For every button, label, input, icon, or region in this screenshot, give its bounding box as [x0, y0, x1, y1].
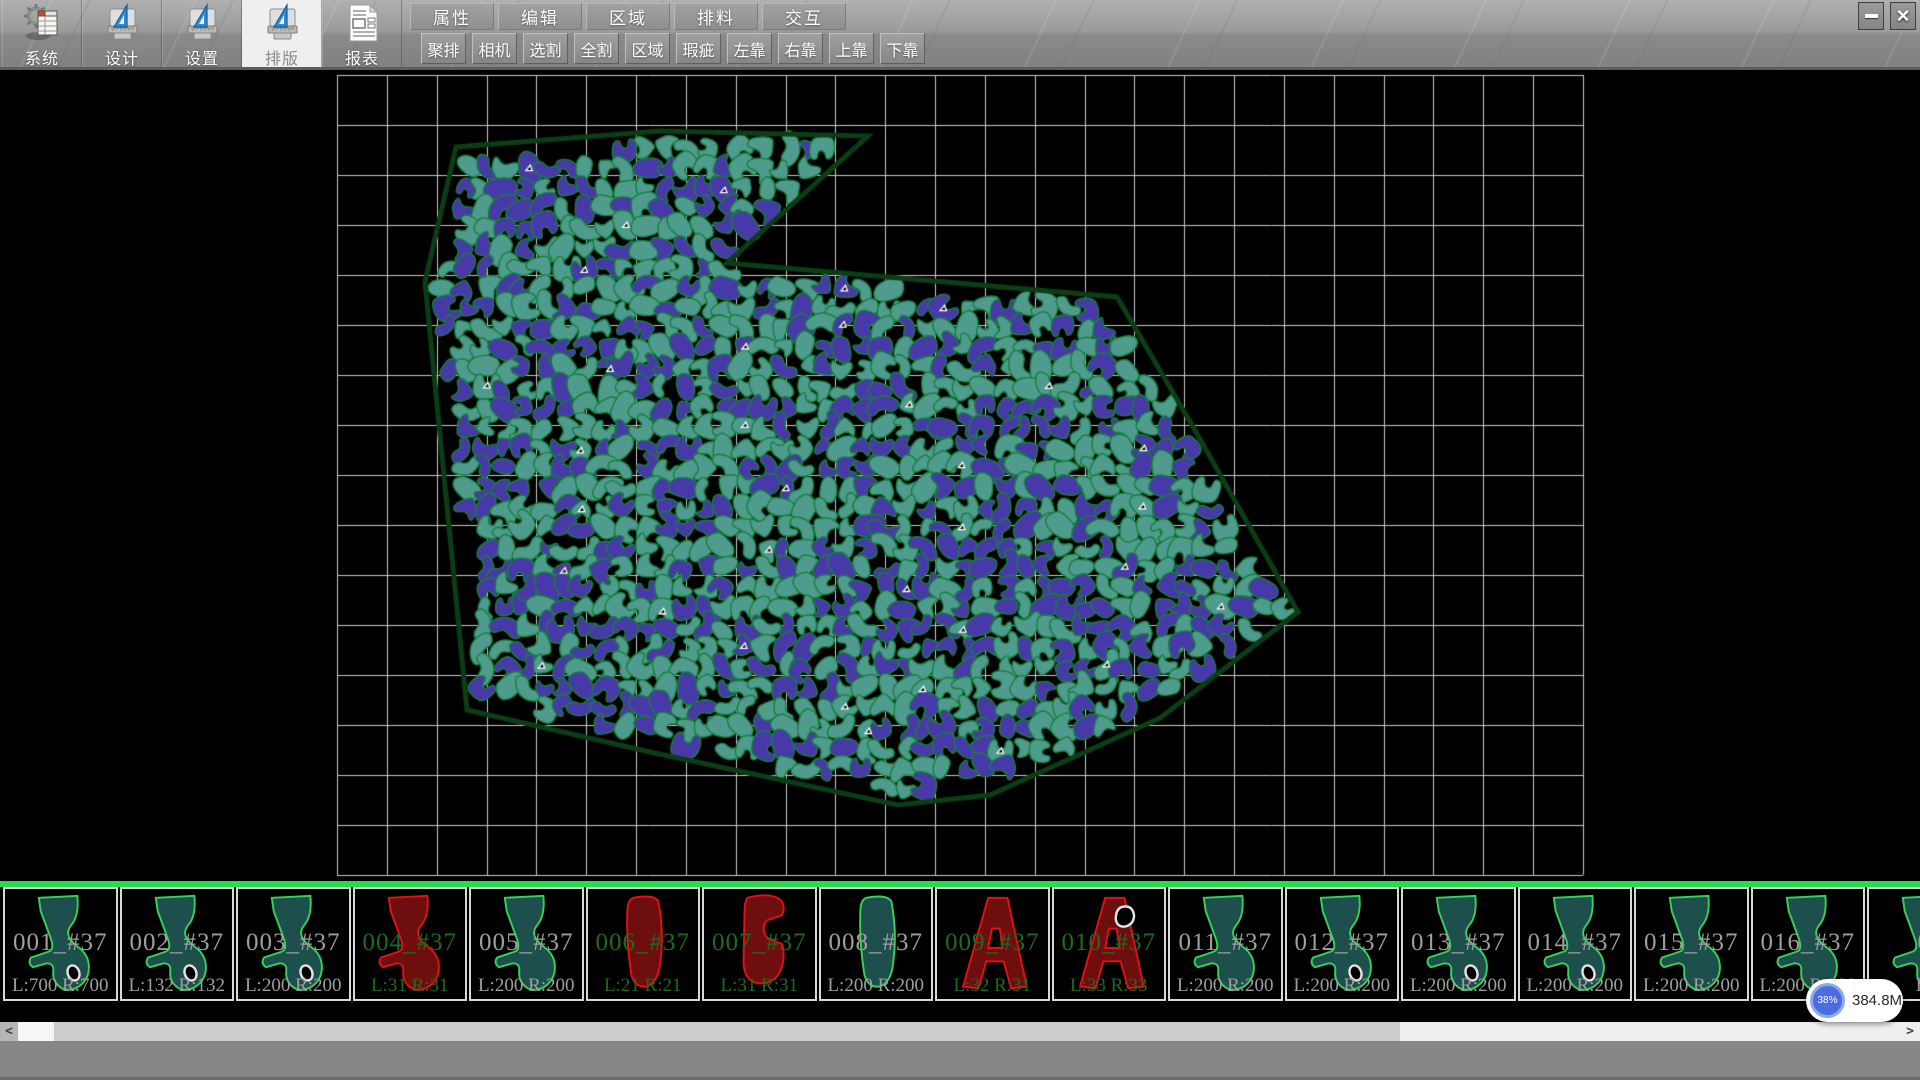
- piece-lr-count-label: L:200 R:200: [1287, 975, 1398, 997]
- nesting-canvas[interactable]: [0, 70, 1920, 881]
- action-button-row: 聚排相机选割全割区域瑕疵左靠右靠上靠下靠: [421, 33, 925, 64]
- piece-thumbnail[interactable]: 006_#37 L:21 R:21: [586, 887, 701, 1001]
- thumbnail-cells: 001_#37 L:700 R:700 002_#37 L:132 R:132 …: [3, 887, 1920, 1001]
- scrollbar-track-light: [1400, 1022, 1920, 1041]
- piece-name-label: 005_#37: [471, 929, 582, 957]
- piece-name-label: 002_#37: [122, 929, 233, 957]
- action-button-region[interactable]: 区域: [625, 33, 670, 64]
- piece-thumbnail[interactable]: 008_#37 L:200 R:200: [819, 887, 934, 1001]
- toolbar-button-report[interactable]: 报表: [322, 0, 402, 67]
- piece-name-label: 007_#37: [704, 929, 815, 957]
- piece-thumbnail[interactable]: 012_#37 L:200 R:200: [1285, 887, 1400, 1001]
- piece-lr-count-label: L:200 R:200: [1636, 975, 1747, 997]
- piece-lr-count-label: L:200 R:200: [1403, 975, 1514, 997]
- piece-lr-count-label: L:200 R:200: [1520, 975, 1631, 997]
- piece-name-label: 0: [1869, 929, 1920, 957]
- piece-lr-count-label: L:200 R:200: [1170, 975, 1281, 997]
- piece-thumbnail-strip: 001_#37 L:700 R:700 002_#37 L:132 R:132 …: [0, 881, 1920, 1022]
- minimize-button[interactable]: [1858, 2, 1884, 30]
- menu-tab-edit[interactable]: 编辑: [498, 3, 582, 30]
- piece-name-label: 014_#37: [1520, 929, 1631, 957]
- action-button-camera[interactable]: 相机: [472, 33, 517, 64]
- design-ruler-icon: [103, 3, 141, 43]
- piece-thumbnail[interactable]: 011_#37 L:200 R:200: [1168, 887, 1283, 1001]
- piece-thumbnail[interactable]: 015_#37 L:200 R:200: [1634, 887, 1749, 1001]
- scrollbar-thumb[interactable]: [18, 1022, 54, 1041]
- piece-name-label: 009_#37: [937, 929, 1048, 957]
- memory-percent-text: 38%: [1817, 995, 1837, 1006]
- memory-usage-badge: 38% 384.8M: [1806, 979, 1903, 1022]
- close-button[interactable]: ×: [1890, 2, 1916, 30]
- piece-lr-count-label: L:200 R:200: [471, 975, 582, 997]
- action-button-snap-left[interactable]: 左靠: [727, 33, 772, 64]
- toolbar-button-layout[interactable]: 排版: [242, 0, 322, 67]
- titlebar: 系统 设计 设置 排版 报表 属性编辑区域排料交互 聚排相机选割全割区域瑕疵左靠…: [0, 0, 1920, 70]
- main-toolbar: 系统 设计 设置 排版 报表: [2, 0, 402, 67]
- piece-thumbnail[interactable]: 001_#37 L:700 R:700: [3, 887, 118, 1001]
- toolbar-button-design[interactable]: 设计: [82, 0, 162, 67]
- toolbar-button-settings[interactable]: 设置: [162, 0, 242, 67]
- piece-name-label: 006_#37: [588, 929, 699, 957]
- piece-thumbnail[interactable]: 004_#37 L:31 R:31: [353, 887, 468, 1001]
- layout-ruler-icon: [263, 3, 301, 43]
- piece-lr-count-label: L:33 R:33: [1054, 975, 1165, 997]
- piece-name-label: 004_#37: [355, 929, 466, 957]
- piece-name-label: 013_#37: [1403, 929, 1514, 957]
- piece-lr-count-label: L:31 R:31: [704, 975, 815, 997]
- piece-lr-count-label: L:21 R:21: [588, 975, 699, 997]
- action-button-snap-bottom[interactable]: 下靠: [880, 33, 925, 64]
- piece-thumbnail[interactable]: 010_#37 L:33 R:33: [1052, 887, 1167, 1001]
- report-doc-icon: [343, 3, 381, 43]
- action-button-select-cut[interactable]: 选割: [523, 33, 568, 64]
- menu-tab-interact[interactable]: 交互: [762, 3, 846, 30]
- action-button-snap-top[interactable]: 上靠: [829, 33, 874, 64]
- piece-name-label: 011_#37: [1170, 929, 1281, 957]
- memory-percent-indicator: 38%: [1810, 983, 1845, 1018]
- piece-name-label: 001_#37: [5, 929, 116, 957]
- action-button-snap-right[interactable]: 右靠: [778, 33, 823, 64]
- menu-tab-region[interactable]: 区域: [586, 3, 670, 30]
- piece-name-label: 012_#37: [1287, 929, 1398, 957]
- piece-lr-count-label: L:32 R:31: [937, 975, 1048, 997]
- action-button-cut-all[interactable]: 全割: [574, 33, 619, 64]
- piece-lr-count-label: L:31 R:31: [355, 975, 466, 997]
- piece-name-label: 015_#37: [1636, 929, 1747, 957]
- menu-tab-properties[interactable]: 属性: [410, 3, 494, 30]
- scroll-left-arrow[interactable]: <: [0, 1022, 18, 1041]
- piece-thumbnail[interactable]: 005_#37 L:200 R:200: [469, 887, 584, 1001]
- system-gear-icon: [23, 3, 61, 43]
- piece-thumbnail[interactable]: 007_#37 L:31 R:31: [702, 887, 817, 1001]
- menu-tab-row: 属性编辑区域排料交互: [410, 3, 846, 30]
- piece-thumbnail[interactable]: 003_#37 L:200 R:200: [236, 887, 351, 1001]
- piece-thumbnail[interactable]: 002_#37 L:132 R:132: [120, 887, 235, 1001]
- status-bar: [0, 1041, 1920, 1080]
- toolbar-button-system[interactable]: 系统: [2, 0, 82, 67]
- horizontal-scrollbar[interactable]: < >: [0, 1022, 1920, 1041]
- action-button-defect[interactable]: 瑕疵: [676, 33, 721, 64]
- piece-thumbnail[interactable]: 013_#37 L:200 R:200: [1401, 887, 1516, 1001]
- application-window: 系统 设计 设置 排版 报表 属性编辑区域排料交互 聚排相机选割全割区域瑕疵左靠…: [0, 0, 1920, 1080]
- piece-name-label: 016_#37: [1753, 929, 1864, 957]
- piece-lr-count-label: L:200 R:200: [821, 975, 932, 997]
- piece-lr-count-label: L:200 R:200: [238, 975, 349, 997]
- minimize-icon: [1865, 14, 1878, 18]
- action-button-cluster-nest[interactable]: 聚排: [421, 33, 466, 64]
- piece-name-label: 010_#37: [1054, 929, 1165, 957]
- settings-ruler-icon: [183, 3, 221, 43]
- piece-lr-count-label: L:700 R:700: [5, 975, 116, 997]
- memory-size-text: 384.8M: [1852, 992, 1902, 1009]
- piece-thumbnail[interactable]: 009_#37 L:32 R:31: [935, 887, 1050, 1001]
- piece-thumbnail[interactable]: 014_#37 L:200 R:200: [1518, 887, 1633, 1001]
- window-controls: ×: [1858, 2, 1916, 30]
- piece-name-label: 003_#37: [238, 929, 349, 957]
- scroll-right-arrow[interactable]: >: [1900, 1022, 1920, 1041]
- close-icon: ×: [1897, 6, 1910, 26]
- piece-name-label: 008_#37: [821, 929, 932, 957]
- menu-tab-nesting[interactable]: 排料: [674, 3, 758, 30]
- piece-lr-count-label: L:132 R:132: [122, 975, 233, 997]
